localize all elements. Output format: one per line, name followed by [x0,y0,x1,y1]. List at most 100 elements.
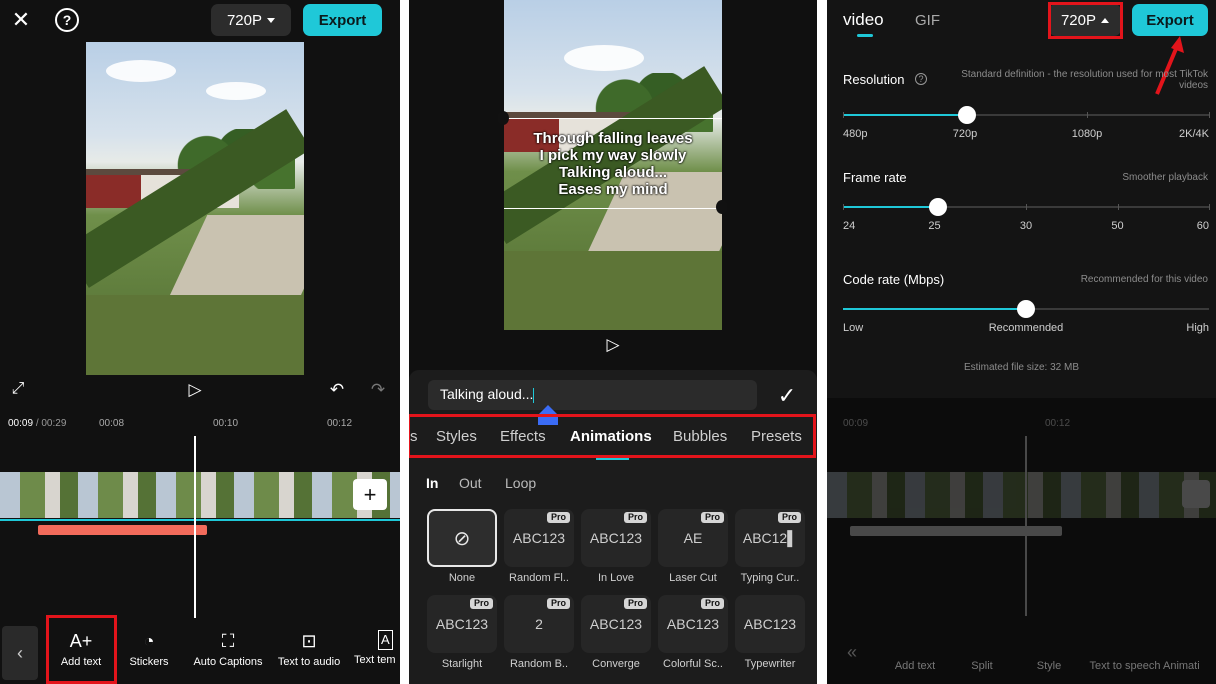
animation-label: Laser Cut [669,572,717,584]
resolution-title: Resolution [843,72,905,87]
animation-label: Typing Cur.. [740,572,800,584]
text-box-handle[interactable] [716,200,728,214]
pro-badge: Pro [700,512,724,523]
tab-presets[interactable]: Presets [751,428,802,445]
tab-bubbles[interactable]: Bubbles [673,428,727,445]
add-clip-button[interactable]: + [353,479,387,510]
slider-label: 60 [1196,220,1209,232]
slider-fill [843,114,968,116]
tool-label: Auto Captions [193,656,263,668]
tab-animations[interactable]: Animations [570,428,652,445]
animation-label: Colorful Sc.. [663,658,723,670]
text-input[interactable]: Talking aloud... [428,380,757,410]
dim-chevron-icon: « [847,642,858,662]
tool-label: Add text [60,656,102,668]
resolution-value: 720P [1060,11,1097,29]
info-icon[interactable]: ? [915,73,927,85]
frame-rate-slider[interactable] [843,198,1210,216]
slider-label: 24 [843,220,856,232]
total-time: / 00:29 [35,418,67,429]
animation-label: In Love [597,572,635,584]
tab-styles[interactable]: Styles [436,428,477,445]
dim-tool: Text to speech [1089,660,1161,672]
resolution-value: 720P [226,11,263,29]
auto-captions-tool[interactable]: ⛶ Auto Captions [189,630,267,678]
text-box-handle[interactable] [497,111,509,125]
dim-video-track [827,472,1216,518]
slider-knob[interactable] [958,106,977,124]
text-template-tool[interactable]: A Text tem [350,630,400,678]
code-rate-title: Code rate (Mbps) [843,272,945,287]
close-icon[interactable]: ✕ [10,7,32,32]
animation-preview: ABC12▌ [742,530,798,546]
tab-gif[interactable]: GIF [915,12,940,29]
play-icon[interactable]: ▷ [603,335,623,355]
code-rate-hint: Recommended for this video [1080,274,1208,285]
slider-knob[interactable] [1017,300,1035,318]
resolution-slider[interactable] [843,106,1210,124]
export-button[interactable]: Export [1132,4,1208,36]
lyric-line: I pick my way slowly [539,147,687,164]
slider-tick [1117,204,1119,210]
animation-label: Random Fl.. [509,572,569,584]
slider-label: 1080p [1071,128,1103,140]
video-preview[interactable] [86,42,304,375]
animation-option[interactable]: 2 Pro [504,595,574,653]
lyric-line: Through falling leaves [533,130,693,147]
playhead[interactable] [194,436,196,618]
pro-badge: Pro [469,598,493,609]
collapse-button[interactable]: ‹ [2,626,38,680]
animation-label: Starlight [441,658,483,670]
resolution-button[interactable]: 720P [1049,4,1121,36]
text-clip[interactable] [38,525,207,535]
animation-option[interactable]: ABC123 Pro [504,509,574,567]
chevron-up-icon [1101,17,1110,23]
time-mark: 00:08 [99,418,125,429]
undo-icon[interactable]: ↶ [327,380,347,400]
slider-label: 2K/4K [1179,128,1209,140]
help-icon[interactable]: ? [55,8,79,32]
current-time: 00:09 / 00:29 [8,418,66,429]
slider-label: 480p [843,128,868,140]
stickers-tool[interactable]: ◔ Stickers [112,630,186,678]
text-to-audio-tool[interactable]: ⊡ Text to audio [272,630,346,678]
animation-option[interactable]: ABC123 Pro [658,595,728,653]
redo-icon[interactable]: ↷ [368,380,388,400]
slider-label: 30 [1019,220,1033,232]
lyric-line: Eases my mind [558,181,668,198]
video-track[interactable] [0,472,400,518]
play-icon[interactable]: ▷ [185,380,205,400]
animation-preview: AE [683,530,703,546]
dim-add-icon [1182,480,1210,508]
current-time-value: 00:09 [8,418,34,429]
time-mark: 00:10 [213,418,239,429]
subtab-out[interactable]: Out [459,475,482,491]
animation-option[interactable]: AE Pro [658,509,728,567]
fullscreen-icon[interactable]: ⤢ [9,380,27,398]
animation-preview: ABC123 [666,616,720,632]
tool-label: Text to audio [277,656,341,668]
confirm-check-icon[interactable]: ✓ [773,382,801,410]
animation-option[interactable]: ABC123 Pro [581,509,651,567]
animation-option[interactable]: ABC12▌ Pro [735,509,805,567]
code-rate-slider[interactable] [843,300,1209,318]
tab-text[interactable]: s [410,428,418,445]
animation-option[interactable]: ABC123 Pro [581,595,651,653]
export-button[interactable]: Export [303,4,382,36]
dimmed-editor-background: 00:09 00:12 « Add text Split Style Text … [827,398,1216,684]
pro-badge: Pro [546,598,570,609]
slider-knob[interactable] [929,198,948,216]
subtab-in[interactable]: In [426,475,438,491]
animation-option[interactable]: ABC123 Pro [427,595,497,653]
tab-effects[interactable]: Effects [500,428,546,445]
animation-option[interactable]: ABC123 [735,595,805,653]
active-tab-indicator [596,457,629,460]
tool-label: Stickers [129,656,169,668]
tab-video[interactable]: video [843,10,884,30]
add-text-tool[interactable]: A+ Add text [44,630,118,678]
video-tab-indicator [857,34,873,37]
animation-option[interactable]: ⊘ [427,509,497,567]
cursor-handle[interactable] [538,405,558,427]
subtab-loop[interactable]: Loop [505,475,536,491]
resolution-button[interactable]: 720P [211,4,291,36]
